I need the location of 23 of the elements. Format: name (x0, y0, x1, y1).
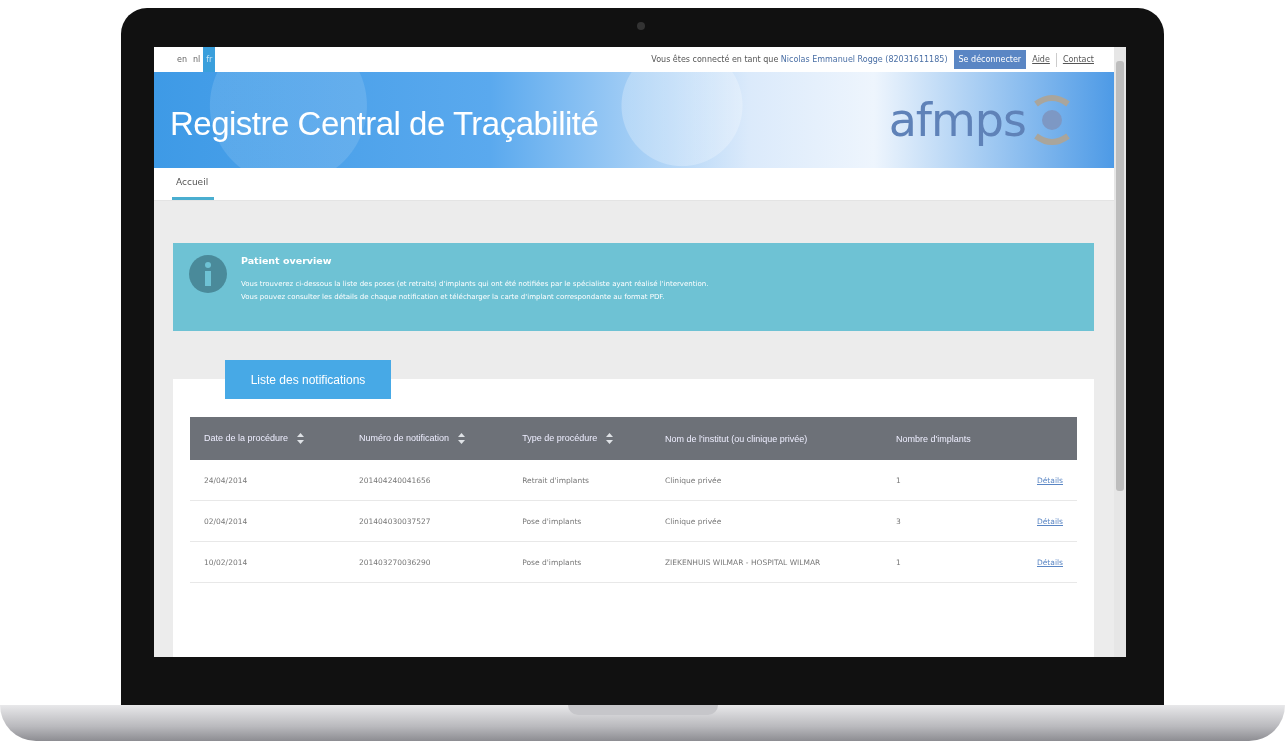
info-title: Patient overview (241, 255, 333, 266)
site-title: Registre Central de Traçabilité (170, 105, 599, 143)
sort-icon (605, 433, 613, 445)
header-link[interactable]: Contact (1062, 55, 1094, 64)
language-link[interactable]: nl (190, 47, 204, 72)
user-text: Vous êtes connecté en tant que Nicolas Emmanuel Rogge (82031611185) (651, 55, 948, 64)
column-header[interactable]: Date de la procédure (190, 417, 345, 460)
scrollbar-thumb[interactable] (1116, 61, 1124, 491)
camera-icon (637, 22, 645, 30)
language-link[interactable]: en (174, 47, 190, 72)
scrollbar[interactable] (1114, 47, 1126, 657)
sort-icon (296, 433, 304, 445)
sort-icon (457, 433, 465, 445)
column-header[interactable]: Nom de l'institut (ou clinique privée) (650, 417, 883, 460)
info-icon (189, 255, 227, 293)
column-header[interactable]: Nombre d'implants (882, 417, 1004, 460)
panel-tab[interactable]: Liste des notifications (225, 360, 391, 399)
column-header[interactable]: Type de procédure (508, 417, 651, 460)
column-header[interactable]: Numéro de notification (345, 417, 509, 460)
language-link[interactable]: fr (203, 47, 216, 72)
header-link[interactable]: Aide (1032, 55, 1050, 64)
logo-text: afmps (888, 93, 1026, 147)
logout-button[interactable]: Se déconnecter (953, 50, 1027, 69)
